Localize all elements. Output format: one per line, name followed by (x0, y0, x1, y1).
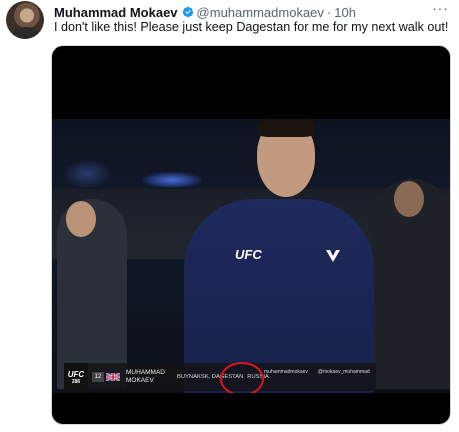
more-options-icon[interactable]: ··· (432, 0, 449, 16)
chest-ufc-logo: UFC (235, 247, 262, 262)
uk-flag-icon (106, 373, 120, 381)
author-handle[interactable]: @muhammadmokaev (197, 5, 324, 20)
author-avatar[interactable] (6, 1, 44, 39)
fighter-social-handles: muhammadmokaev @mokaev_muhammad (264, 369, 370, 375)
tweet: Muhammad Mokaev @muhammadmokaev · 10h ··… (0, 0, 459, 432)
fighter-name: MUHAMMAD MOKAEV (126, 369, 165, 384)
verified-badge-icon (182, 6, 193, 18)
author-name[interactable]: Muhammad Mokaev (54, 5, 178, 20)
walkout-video-frame: UFC UFC 286 12 MUHAMMAD MOKAEV BUYNAKSK,… (52, 119, 450, 393)
tweet-time[interactable]: 10h (334, 5, 356, 20)
event-logo: UFC 286 (64, 363, 88, 391)
tweet-text: I don't like this! Please just keep Dage… (54, 20, 449, 34)
tweet-header: Muhammad Mokaev @muhammadmokaev · 10h (54, 4, 451, 20)
tweet-media[interactable]: UFC UFC 286 12 MUHAMMAD MOKAEV BUYNAKSK,… (51, 45, 451, 425)
red-annotation-circle (220, 362, 264, 393)
social-handle-2: @mokaev_muhammad (317, 369, 370, 375)
venum-logo-icon (325, 249, 343, 263)
separator-dot: · (326, 4, 332, 20)
social-handle-1: muhammadmokaev (264, 369, 308, 375)
fighter-rank: 12 (92, 372, 104, 382)
